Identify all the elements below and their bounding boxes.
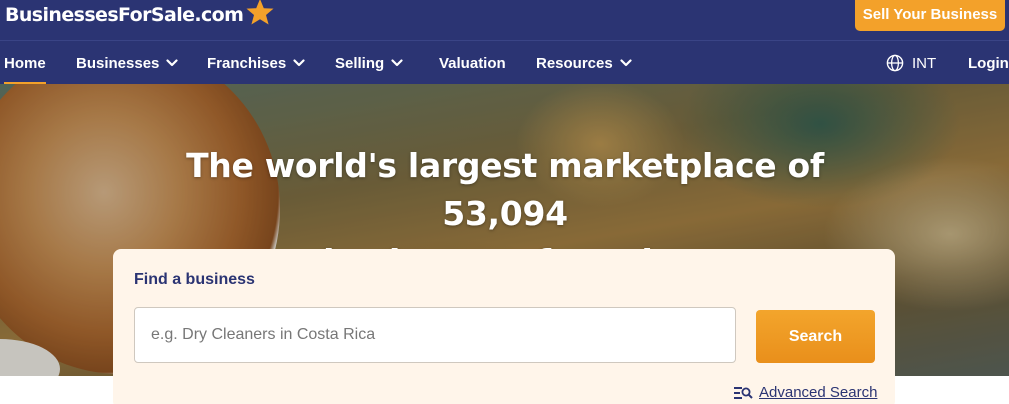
- nav-item-home[interactable]: Home: [4, 41, 46, 85]
- filter-search-icon: [734, 386, 753, 399]
- nav-item-businesses[interactable]: Businesses: [76, 41, 178, 85]
- login-label: Login: [968, 54, 1009, 72]
- logo-text: BusinessesForSale.com: [5, 4, 244, 26]
- chevron-down-icon: [166, 59, 178, 67]
- search-card: Find a business Search Advanced Search: [113, 249, 895, 404]
- search-button[interactable]: Search: [756, 310, 875, 363]
- top-bar: BusinessesForSale.com Sell Your Business: [0, 0, 1009, 40]
- nav-item-label: Home: [4, 54, 46, 72]
- star-icon: [246, 0, 274, 25]
- nav-item-label: Resources: [536, 54, 613, 72]
- nav-item-franchises[interactable]: Franchises: [207, 41, 305, 85]
- region-label: INT: [912, 54, 937, 72]
- page: BusinessesForSale.com Sell Your Business…: [0, 0, 1009, 404]
- advanced-search-link[interactable]: Advanced Search: [733, 384, 877, 401]
- search-input[interactable]: [134, 307, 736, 363]
- main-nav: Home Businesses Franchises Selling Valua…: [0, 40, 1009, 85]
- search-heading: Find a business: [134, 271, 255, 288]
- chevron-down-icon: [391, 59, 403, 67]
- hero-title-line-1: The world's largest marketplace of 53,09…: [186, 146, 824, 233]
- chevron-down-icon: [620, 59, 632, 67]
- site-logo[interactable]: BusinessesForSale.com: [5, 0, 275, 28]
- nav-item-resources[interactable]: Resources: [536, 41, 632, 85]
- nav-item-label: Valuation: [439, 54, 506, 72]
- sell-your-business-button[interactable]: Sell Your Business: [855, 0, 1005, 31]
- nav-item-label: Selling: [335, 54, 385, 72]
- globe-icon: [886, 54, 904, 72]
- login-link[interactable]: Login: [968, 41, 1009, 85]
- nav-item-label: Franchises: [207, 54, 287, 72]
- nav-item-valuation[interactable]: Valuation: [439, 41, 506, 85]
- region-selector[interactable]: INT: [886, 41, 936, 85]
- nav-item-selling[interactable]: Selling: [335, 41, 403, 85]
- advanced-search-label: Advanced Search: [759, 384, 878, 401]
- chevron-down-icon: [293, 59, 305, 67]
- nav-item-label: Businesses: [76, 54, 160, 72]
